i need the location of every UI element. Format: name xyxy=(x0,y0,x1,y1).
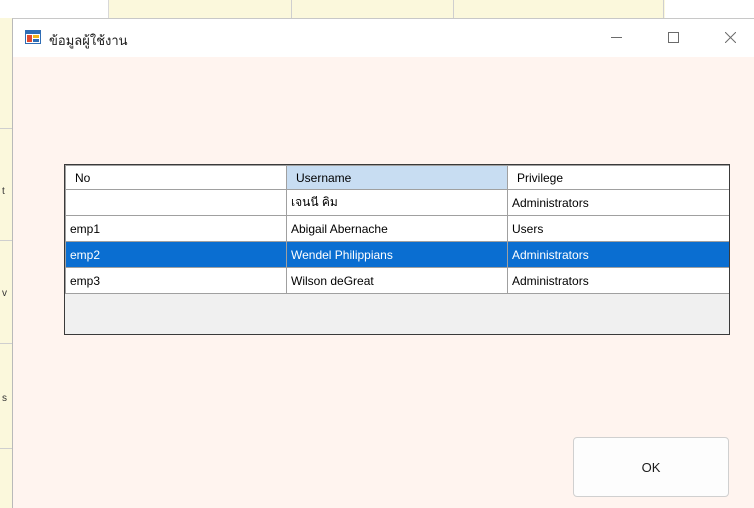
column-header-privilege[interactable]: Privilege xyxy=(507,165,729,190)
users-table: No Username Privilege เจนนี คิม Administ… xyxy=(65,165,729,294)
table-row[interactable]: emp3 Wilson deGreat Administrators xyxy=(65,267,729,294)
cell-username[interactable]: Wendel Philippians xyxy=(286,241,508,268)
title-bar[interactable]: ข้อมูลผู้ใช้งาน xyxy=(13,19,754,57)
user-info-dialog: ข้อมูลผู้ใช้งาน No Username Privilege เจ… xyxy=(12,18,754,508)
cell-username[interactable]: เจนนี คิม xyxy=(286,189,508,216)
column-header-no[interactable]: No xyxy=(65,165,287,190)
cell-no[interactable]: emp1 xyxy=(65,215,287,242)
table-row[interactable]: เจนนี คิม Administrators xyxy=(65,189,729,216)
form-icon xyxy=(25,29,41,45)
cell-privilege[interactable]: Administrators xyxy=(507,267,729,294)
minimize-icon xyxy=(610,30,622,46)
cell-privilege[interactable]: Users xyxy=(507,215,729,242)
table-row-selected[interactable]: emp2 Wendel Philippians Administrators xyxy=(65,241,729,268)
background-top-strip xyxy=(108,0,665,18)
cell-privilege[interactable]: Administrators xyxy=(507,189,729,216)
cell-no[interactable]: emp2 xyxy=(65,241,287,268)
column-header-username[interactable]: Username xyxy=(286,165,508,190)
minimize-button[interactable] xyxy=(593,19,639,57)
maximize-button[interactable] xyxy=(650,19,696,57)
users-data-grid[interactable]: No Username Privilege เจนนี คิม Administ… xyxy=(64,164,730,335)
cell-username[interactable]: Abigail Abernache xyxy=(286,215,508,242)
header-row: No Username Privilege xyxy=(65,165,729,190)
cell-username[interactable]: Wilson deGreat xyxy=(286,267,508,294)
maximize-icon xyxy=(667,30,679,46)
ok-button[interactable]: OK xyxy=(573,437,729,497)
close-icon xyxy=(724,30,736,46)
close-button[interactable] xyxy=(707,19,753,57)
cell-no[interactable]: emp3 xyxy=(65,267,287,294)
cell-no[interactable] xyxy=(65,189,287,216)
window-title: ข้อมูลผู้ใช้งาน xyxy=(49,33,128,48)
table-row[interactable]: emp1 Abigail Abernache Users xyxy=(65,215,729,242)
cell-privilege[interactable]: Administrators xyxy=(507,241,729,268)
